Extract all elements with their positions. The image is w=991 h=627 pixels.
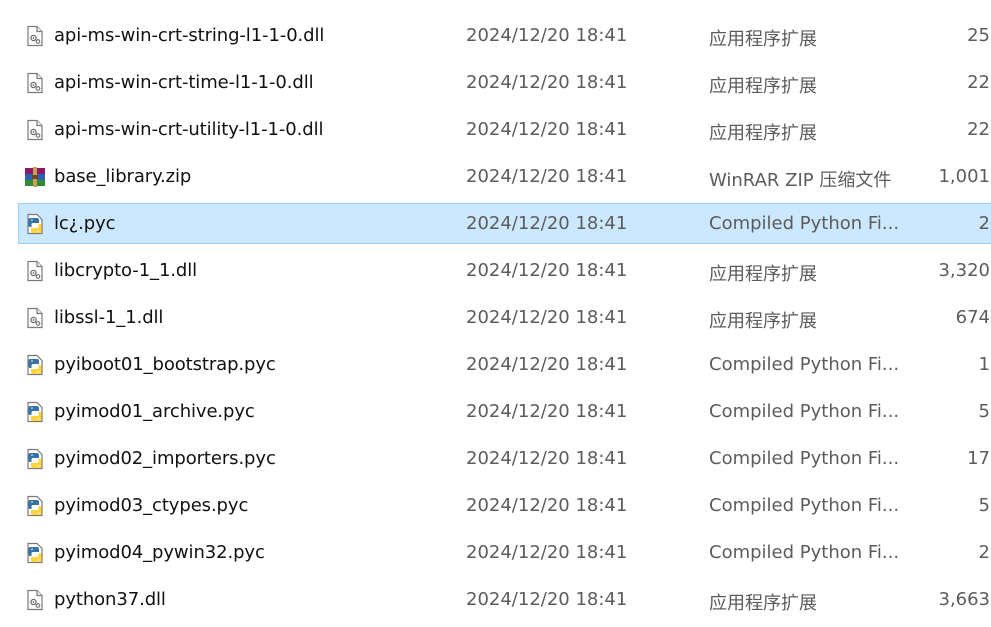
file-name[interactable]: libcrypto-1_1.dll [54,260,197,281]
file-type: 应用程序扩展 [709,311,817,332]
file-name[interactable]: pyimod01_archive.pyc [54,401,255,422]
file-type: 应用程序扩展 [709,29,817,50]
file-size: 2 [978,213,990,234]
python-compiled-icon [24,495,46,517]
file-type: Compiled Python Fi... [709,448,900,469]
file-type: 应用程序扩展 [709,76,817,97]
file-row[interactable]: api-ms-win-crt-utility-l1-1-0.dll 2024/12… [18,109,991,150]
file-type: Compiled Python Fi... [709,542,900,563]
file-name[interactable]: pyimod02_importers.pyc [54,448,276,469]
python-compiled-icon [24,542,46,564]
file-size: 1 [978,354,990,375]
file-name[interactable]: api-ms-win-crt-utility-l1-1-0.dll [54,119,323,140]
file-type: Compiled Python Fi... [709,401,900,422]
file-row[interactable]: libssl-1_1.dll 2024/12/20 18:41 应用程序扩展 674 [18,297,991,338]
file-date-modified: 2024/12/20 18:41 [466,401,628,422]
file-size: 25 [967,25,990,46]
file-type: 应用程序扩展 [709,264,817,285]
dll-file-icon [24,72,46,94]
file-date-modified: 2024/12/20 18:41 [466,260,628,281]
file-date-modified: 2024/12/20 18:41 [466,72,628,93]
file-row[interactable]: base_library.zip 2024/12/20 18:41 WinRAR Z… [18,156,991,197]
file-name[interactable]: lc¿.pyc [54,213,116,234]
file-size: 3,663 [938,589,990,610]
file-row[interactable]: pyimod02_importers.pyc 2024/12/20 18:41 Co… [18,438,991,479]
file-name[interactable]: api-ms-win-crt-string-l1-1-0.dll [54,25,324,46]
file-date-modified: 2024/12/20 18:41 [466,448,628,469]
file-name[interactable]: api-ms-win-crt-time-l1-1-0.dll [54,72,314,93]
file-date-modified: 2024/12/20 18:41 [466,495,628,516]
dll-file-icon [24,307,46,329]
file-date-modified: 2024/12/20 18:41 [466,589,628,610]
python-compiled-icon [24,448,46,470]
file-size: 22 [967,72,990,93]
file-size: 5 [978,495,990,516]
file-size: 22 [967,119,990,140]
file-row[interactable]: api-ms-win-crt-time-l1-1-0.dll 2024/12/20… [18,62,991,103]
file-name[interactable]: pyimod04_pywin32.pyc [54,542,265,563]
python-compiled-icon [24,213,46,235]
file-row[interactable]: api-ms-win-crt-string-l1-1-0.dll 2024/12/… [18,15,991,56]
file-size: 5 [978,401,990,422]
file-date-modified: 2024/12/20 18:41 [466,25,628,46]
file-type: Compiled Python Fi... [709,213,900,234]
file-type: 应用程序扩展 [709,123,817,144]
file-row[interactable]: pyimod03_ctypes.pyc 2024/12/20 18:41 Compi… [18,485,991,526]
file-size: 17 [967,448,990,469]
dll-file-icon [24,260,46,282]
python-compiled-icon [24,401,46,423]
file-size: 3,320 [938,260,990,281]
file-date-modified: 2024/12/20 18:41 [466,307,628,328]
file-type: WinRAR ZIP 压缩文件 [709,170,892,191]
file-size: 2 [978,542,990,563]
file-date-modified: 2024/12/20 18:41 [466,542,628,563]
winrar-archive-icon [24,166,46,188]
file-date-modified: 2024/12/20 18:41 [466,213,628,234]
file-name[interactable]: libssl-1_1.dll [54,307,163,328]
python-compiled-icon [24,354,46,376]
file-date-modified: 2024/12/20 18:41 [466,119,628,140]
file-type: 应用程序扩展 [709,593,817,614]
file-date-modified: 2024/12/20 18:41 [466,166,628,187]
file-type: Compiled Python Fi... [709,495,900,516]
file-row[interactable]: lc¿.pyc 2024/12/20 18:41 Compiled Python F… [18,203,991,244]
dll-file-icon [24,25,46,47]
file-name[interactable]: pyimod03_ctypes.pyc [54,495,248,516]
dll-file-icon [24,589,46,611]
file-date-modified: 2024/12/20 18:41 [466,354,628,375]
file-row[interactable]: pyimod04_pywin32.pyc 2024/12/20 18:41 Comp… [18,532,991,573]
file-row[interactable]: libcrypto-1_1.dll 2024/12/20 18:41 应用程序扩展 3… [18,250,991,291]
file-row[interactable]: pyiboot01_bootstrap.pyc 2024/12/20 18:41 C… [18,344,991,385]
file-row[interactable]: pyimod01_archive.pyc 2024/12/20 18:41 Comp… [18,391,991,432]
file-name[interactable]: python37.dll [54,589,166,610]
file-size: 1,001 [938,166,990,187]
file-size: 674 [955,307,990,328]
dll-file-icon [24,119,46,141]
file-name[interactable]: base_library.zip [54,166,191,187]
file-list: api-ms-win-crt-string-l1-1-0.dll 2024/12/… [0,0,991,627]
file-name[interactable]: pyiboot01_bootstrap.pyc [54,354,276,375]
file-type: Compiled Python Fi... [709,354,900,375]
file-row[interactable]: python37.dll 2024/12/20 18:41 应用程序扩展 3,663 [18,579,991,620]
